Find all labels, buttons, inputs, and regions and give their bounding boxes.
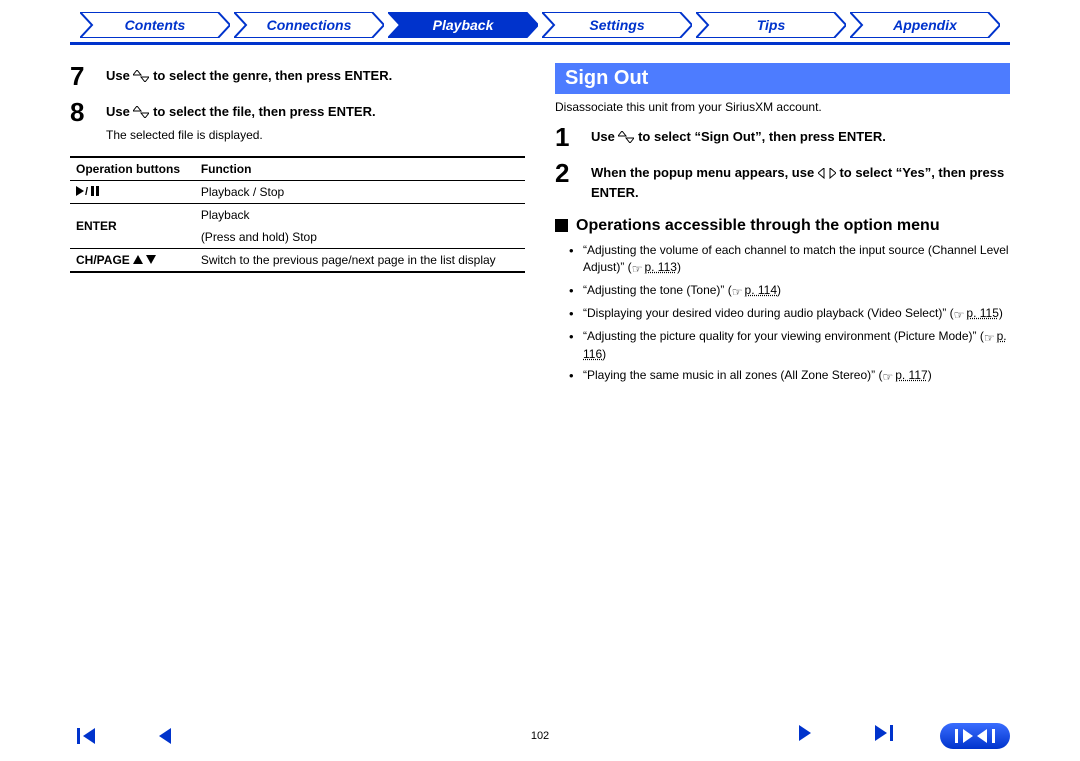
- subsection-title: Operations accessible through the option…: [576, 216, 940, 236]
- pointer-icon: ☞: [882, 369, 893, 386]
- step-number: 8: [70, 99, 94, 144]
- text: When the popup menu appears, use: [591, 165, 818, 180]
- section-desc: Disassociate this unit from your SiriusX…: [555, 100, 1010, 114]
- play-pause-icon: /: [70, 180, 195, 203]
- text: ): [602, 347, 606, 361]
- text: Use: [106, 68, 133, 83]
- step-number: 1: [555, 124, 579, 150]
- left-column: 7 Use to select the genre, then press EN…: [70, 63, 525, 390]
- list-item: “Adjusting the volume of each channel to…: [583, 242, 1010, 278]
- list-item: “Displaying your desired video during au…: [583, 305, 1010, 324]
- list-item: “Adjusting the picture quality for your …: [583, 328, 1010, 364]
- leftright-icon: [818, 166, 836, 184]
- table-row: / Playback / Stop: [70, 180, 525, 203]
- step-8: 8 Use to select the file, then press ENT…: [70, 99, 525, 144]
- step-number: 7: [70, 63, 94, 89]
- text: to select the file, then press ENTER.: [153, 104, 376, 119]
- footer-nav-left: [70, 726, 182, 746]
- tab-tips[interactable]: Tips: [696, 12, 846, 38]
- footer-nav-right: [788, 723, 1010, 749]
- step-7: 7 Use to select the genre, then press EN…: [70, 63, 525, 89]
- text: “Playing the same music in all zones (Al…: [583, 368, 882, 382]
- text: “Displaying your desired video during au…: [583, 306, 954, 320]
- tab-label: Tips: [757, 17, 786, 33]
- page-link[interactable]: p. 115: [966, 306, 998, 320]
- table-header-row: Operation buttons Function: [70, 157, 525, 181]
- section-title: Sign Out: [555, 63, 1010, 94]
- nav-prev-icon[interactable]: [146, 726, 182, 746]
- pointer-icon: ☞: [954, 307, 965, 324]
- col-header: Function: [195, 157, 525, 181]
- nav-last-icon[interactable]: [864, 723, 900, 743]
- col-header: Operation buttons: [70, 157, 195, 181]
- text: ): [677, 260, 681, 274]
- nav-index-button[interactable]: [940, 723, 1010, 749]
- text: Use: [106, 104, 133, 119]
- tab-playback[interactable]: Playback: [388, 12, 538, 38]
- page-number: 102: [531, 730, 549, 742]
- cell: Switch to the previous page/next page in…: [195, 248, 525, 272]
- option-list: “Adjusting the volume of each channel to…: [555, 242, 1010, 386]
- tab-label: Playback: [433, 17, 494, 33]
- text: Use: [591, 129, 618, 144]
- operation-table: Operation buttons Function / Playback / …: [70, 156, 525, 273]
- tab-label: Settings: [589, 17, 644, 33]
- tab-appendix[interactable]: Appendix: [850, 12, 1000, 38]
- svg-text:/: /: [85, 186, 88, 196]
- cell: (Press and hold) Stop: [195, 226, 525, 249]
- tab-contents[interactable]: Contents: [80, 12, 230, 38]
- step-number: 2: [555, 160, 579, 202]
- updown-icon: [133, 105, 149, 123]
- page-down-icon: [146, 253, 156, 267]
- text: ): [928, 368, 932, 382]
- updown-icon: [618, 130, 634, 148]
- text: “Adjusting the tone (Tone)” (: [583, 283, 732, 297]
- page-link[interactable]: p. 113: [644, 260, 676, 274]
- step-text: When the popup menu appears, use to sele…: [591, 160, 1010, 202]
- tab-settings[interactable]: Settings: [542, 12, 692, 38]
- text: to select the genre, then press ENTER.: [153, 68, 392, 83]
- text: “Adjusting the picture quality for your …: [583, 329, 984, 343]
- table-row: ENTER Playback: [70, 203, 525, 226]
- cell: Playback / Stop: [195, 180, 525, 203]
- pointer-icon: ☞: [732, 284, 743, 301]
- tab-label: Contents: [125, 17, 186, 33]
- step-text: Use to select the file, then press ENTER…: [106, 99, 376, 144]
- cell: CH/PAGE: [70, 248, 195, 272]
- footer: 102: [0, 723, 1080, 749]
- tab-connections[interactable]: Connections: [234, 12, 384, 38]
- content-columns: 7 Use to select the genre, then press EN…: [0, 63, 1080, 390]
- page-link[interactable]: p. 117: [895, 368, 927, 382]
- page-up-icon: [133, 253, 143, 267]
- pointer-icon: ☞: [984, 330, 995, 347]
- text: CH/PAGE: [76, 253, 133, 267]
- list-item: “Playing the same music in all zones (Al…: [583, 367, 1010, 386]
- step-text: Use to select the genre, then press ENTE…: [106, 63, 392, 89]
- pointer-icon: ☞: [632, 261, 643, 278]
- table-row: CH/PAGE Switch to the previous page/next…: [70, 248, 525, 272]
- step-2: 2 When the popup menu appears, use to se…: [555, 160, 1010, 202]
- list-item: “Adjusting the tone (Tone)” (☞p. 114): [583, 282, 1010, 301]
- subsection-heading: Operations accessible through the option…: [555, 216, 1010, 236]
- updown-icon: [133, 69, 149, 87]
- step-note: The selected file is displayed.: [106, 127, 376, 144]
- nav-next-icon[interactable]: [788, 723, 824, 743]
- square-bullet-icon: [555, 219, 568, 232]
- right-column: Sign Out Disassociate this unit from you…: [555, 63, 1010, 390]
- text: to select “Sign Out”, then press ENTER.: [638, 129, 886, 144]
- step-text: Use to select “Sign Out”, then press ENT…: [591, 124, 886, 150]
- step-1: 1 Use to select “Sign Out”, then press E…: [555, 124, 1010, 150]
- text: ): [777, 283, 781, 297]
- page-link[interactable]: p. 114: [745, 283, 777, 297]
- header-rule: [70, 42, 1010, 45]
- tab-label: Connections: [267, 17, 352, 33]
- text: ): [999, 306, 1003, 320]
- cell: ENTER: [70, 203, 195, 248]
- nav-first-icon[interactable]: [70, 726, 106, 746]
- top-tabs: Contents Connections Playback Settings T…: [0, 0, 1080, 42]
- cell: Playback: [195, 203, 525, 226]
- tab-label: Appendix: [893, 17, 957, 33]
